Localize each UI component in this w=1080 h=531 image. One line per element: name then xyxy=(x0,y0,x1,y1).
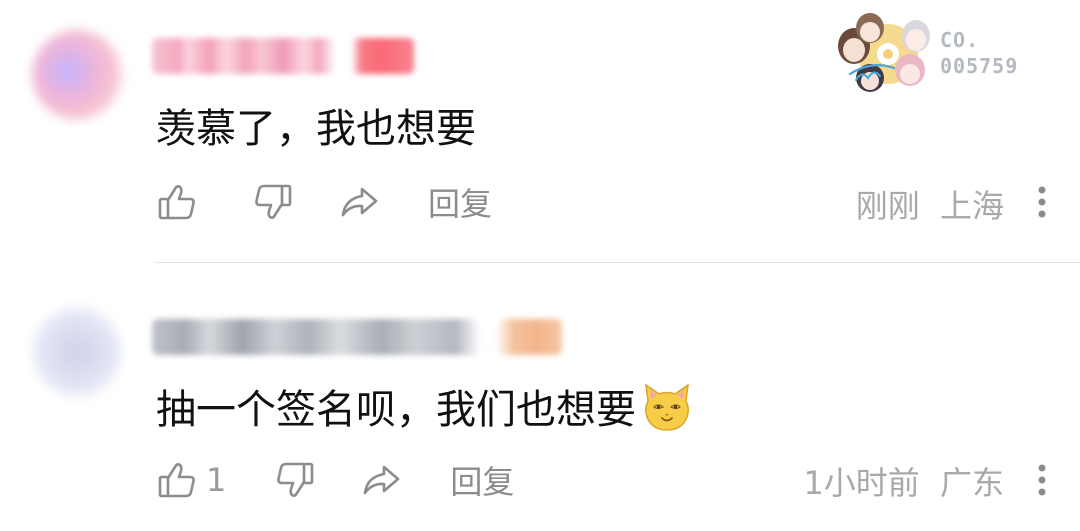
comment-actions: 1 回复 xyxy=(156,458,514,502)
comment-text: 抽一个签名呗，我们也想要 xyxy=(156,383,692,437)
watermark: CO. 005759 xyxy=(832,8,1042,100)
reply-button[interactable]: 回复 xyxy=(428,179,492,225)
watermark-line2: 005759 xyxy=(940,54,1019,78)
comment-actions: 回复 xyxy=(156,180,492,224)
comment-text: 羡慕了，我也想要 xyxy=(156,106,476,152)
thumbs-down-icon[interactable] xyxy=(252,181,294,223)
comment-location: 上海 xyxy=(939,187,1004,225)
comment-item: 抽一个签名呗，我们也想要 1 回复 1小时前 广东 xyxy=(0,263,1080,531)
comment-time: 刚刚 xyxy=(855,187,920,225)
like-count: 1 xyxy=(206,461,227,499)
comment-meta: 刚刚 上海 xyxy=(856,181,1004,227)
thumbs-up-icon[interactable] xyxy=(156,181,198,223)
cat-emoji-icon xyxy=(642,383,692,433)
username-blurred[interactable] xyxy=(152,319,562,355)
comment-meta: 1小时前 广东 xyxy=(803,458,1004,504)
comment-time: 1小时前 xyxy=(803,464,920,502)
share-icon[interactable] xyxy=(360,459,402,501)
username-blurred[interactable] xyxy=(152,38,414,74)
avatar[interactable] xyxy=(32,307,122,397)
more-options-icon[interactable] xyxy=(1032,458,1052,502)
thumbs-down-icon[interactable] xyxy=(274,459,316,501)
watermark-logo xyxy=(832,8,934,100)
share-icon[interactable] xyxy=(338,181,380,223)
avatar[interactable] xyxy=(32,30,122,120)
reply-button[interactable]: 回复 xyxy=(450,457,514,503)
watermark-line1: CO. xyxy=(940,28,980,52)
thumbs-up-icon[interactable] xyxy=(156,459,198,501)
comment-text-body: 抽一个签名呗，我们也想要 xyxy=(156,387,636,433)
comment-location: 广东 xyxy=(939,464,1004,502)
more-options-icon[interactable] xyxy=(1032,180,1052,224)
